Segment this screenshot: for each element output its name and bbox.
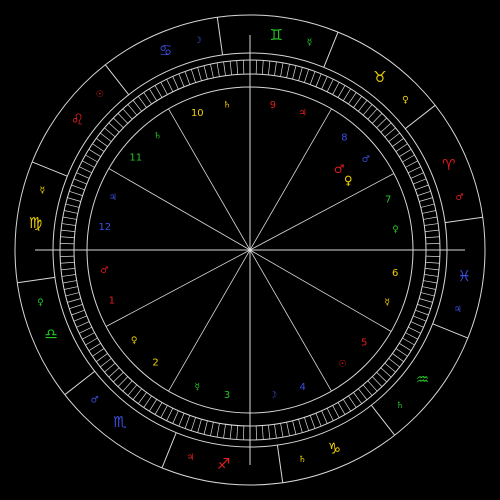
house-number: 8 <box>341 132 347 143</box>
sign-ruler-gemini: ☿ <box>307 38 313 48</box>
house-ruler: ♄ <box>153 131 161 141</box>
astrology-chart-wheel: ♈ ♂ ♉ ♀ ♊ ☿ ♋ ☽ ♌ ☉ ♍ ☿ ♎ ♀ ♏ ♂ ♐ ♃ ♑ ♄ ♒ ♄ ♓ ♃ 1 ♂ 2 ♀ 3 ☿ 4 ☽ 5 ☉ 6 ☿ 7 ♀ 8… <box>0 0 500 500</box>
house-ruler: ☽ <box>269 391 277 401</box>
sign-leo: ♌ <box>71 111 84 129</box>
house-number: 12 <box>98 222 111 233</box>
house-number: 6 <box>392 268 398 279</box>
house-ruler: ☿ <box>384 298 390 308</box>
house-ruler: ♂ <box>100 266 108 276</box>
house-number: 4 <box>299 382 305 393</box>
sign-ruler-pisces: ♃ <box>454 305 462 315</box>
house-ruler: ♄ <box>223 100 231 110</box>
sign-ruler-aries: ♂ <box>456 193 464 203</box>
sign-ruler-taurus: ♀ <box>402 95 409 105</box>
sign-ruler-cancer: ☽ <box>194 36 202 46</box>
house-number: 1 <box>109 295 115 306</box>
house-ruler: ♂ <box>362 155 370 165</box>
house-number: 2 <box>152 358 158 369</box>
house-ruler: ♀ <box>392 225 399 235</box>
sign-gemini: ♊ <box>270 26 283 44</box>
house-ruler: ♃ <box>299 108 307 118</box>
sign-aquarius: ♒ <box>416 370 429 388</box>
house-number: 7 <box>385 195 391 206</box>
house-number: 11 <box>129 152 142 163</box>
sign-taurus: ♉ <box>373 68 386 86</box>
sign-ruler-capricorn: ♄ <box>298 455 306 465</box>
sign-sagittarius: ♐ <box>217 455 230 473</box>
sign-scorpio: ♏ <box>113 413 127 431</box>
house-number: 3 <box>224 390 230 401</box>
house-ruler: ☉ <box>338 360 346 370</box>
sign-virgo: ♍ <box>29 214 42 232</box>
sign-capricorn: ♑ <box>328 439 341 457</box>
sign-cancer: ♋ <box>159 42 172 60</box>
planet-venus: ♀ <box>344 174 353 188</box>
planet-mars: ♂ <box>334 162 345 176</box>
house-number: 10 <box>191 108 204 119</box>
sign-ruler-scorpio: ♂ <box>91 396 99 406</box>
sign-aries: ♈ <box>442 156 455 174</box>
sign-ruler-virgo: ☿ <box>40 186 46 196</box>
sign-ruler-sagittarius: ♃ <box>186 453 194 463</box>
house-ruler: ♀ <box>131 336 138 346</box>
sign-pisces: ♓ <box>458 267 471 285</box>
sign-libra: ♎ <box>44 325 57 343</box>
house-number: 5 <box>361 338 367 349</box>
house-ruler: ♃ <box>109 193 117 203</box>
house-ruler: ☿ <box>195 383 201 393</box>
sign-ruler-leo: ☉ <box>96 90 104 100</box>
sign-ruler-libra: ♀ <box>37 298 44 308</box>
house-number: 9 <box>270 100 276 111</box>
sign-ruler-aquarius: ♄ <box>396 401 404 411</box>
